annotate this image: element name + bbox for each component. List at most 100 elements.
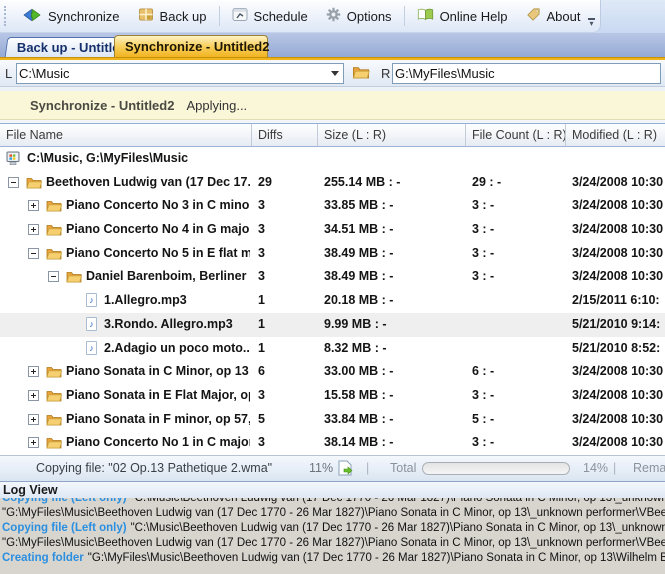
table-row[interactable]: ♪ 2.Adagio un poco moto.... 1 8.32 MB : … — [0, 337, 665, 361]
tag-icon — [526, 7, 541, 25]
copy-file-icon — [338, 460, 353, 479]
expand-toggle[interactable] — [28, 437, 39, 449]
row-diffs: 3 — [258, 387, 265, 402]
table-row[interactable]: Piano Concerto No 3 in C minor... 3 33.8… — [0, 194, 665, 218]
row-name: Piano Concerto No 1 in C major... — [66, 435, 250, 450]
root-row[interactable]: C:\Music, G:\MyFiles\Music — [0, 147, 665, 171]
expand-toggle[interactable] — [28, 389, 39, 401]
right-path-input[interactable] — [395, 65, 657, 82]
row-diffs: 1 — [258, 293, 265, 308]
gear-icon — [326, 7, 341, 25]
log-view-title: Log View — [3, 483, 58, 497]
about-label: About — [546, 8, 581, 24]
options-label: Options — [346, 8, 392, 24]
folder-icon — [46, 436, 63, 449]
total-progress-bar — [422, 462, 570, 475]
table-row[interactable]: Piano Concerto No 1 in C major... 3 38.1… — [0, 431, 665, 455]
log-path: "G:\MyFiles\Music\Beethoven Ludwig van (… — [2, 507, 665, 519]
job-status-bar: Synchronize - Untitled2 Applying... — [0, 91, 665, 120]
tab-backup-untitled[interactable]: Back up - Untitled — [4, 37, 127, 57]
row-name: Piano Concerto No 3 in C minor... — [66, 198, 250, 213]
log-action: Copying file (Left only) — [2, 522, 127, 534]
row-size: 34.51 MB : - — [324, 222, 394, 237]
backup-icon — [138, 8, 154, 24]
log-line: "G:\MyFiles\Music\Beethoven Ludwig van (… — [0, 536, 665, 551]
toolbar: Synchronize Back up Schedule Options Onl… — [0, 0, 665, 33]
options-button[interactable]: Options — [317, 3, 401, 29]
row-count: 3 : - — [472, 222, 495, 237]
row-diffs: 3 — [258, 198, 265, 213]
table-row[interactable]: Piano Concerto No 5 in E flat m... 3 38.… — [0, 242, 665, 266]
log-view-header[interactable]: Log View — [0, 481, 665, 498]
schedule-button[interactable]: Schedule — [223, 3, 317, 29]
folder-icon — [46, 223, 63, 236]
about-button[interactable]: About — [517, 3, 590, 29]
row-diffs: 1 — [258, 316, 265, 331]
combo-dropdown-arrow-icon[interactable] — [327, 64, 343, 83]
row-size: 9.99 MB : - — [324, 316, 387, 331]
right-path-label: R — [381, 66, 391, 81]
collapse-toggle[interactable] — [28, 247, 39, 259]
table-header: File Name Diffs Size (L : R) File Count … — [0, 123, 665, 147]
row-name: Beethoven Ludwig van (17 Dec 17... — [46, 174, 250, 189]
toolbar-overflow-chevron-icon[interactable]: ▾ — [586, 16, 597, 29]
log-view-panel[interactable]: Copying file (Left only) "C:\Music\Beetho… — [0, 498, 665, 574]
table-row[interactable]: Piano Sonata in E Flat Major, op... 3 15… — [0, 384, 665, 408]
column-header-diffs[interactable]: Diffs — [252, 124, 318, 146]
row-modified: 3/24/2008 10:30 — [572, 269, 664, 284]
row-count: 29 : - — [472, 174, 502, 189]
row-count: 5 : - — [472, 411, 495, 426]
column-header-file-count[interactable]: File Count (L : R) — [466, 124, 566, 146]
backup-button[interactable]: Back up — [129, 3, 216, 29]
row-size: 38.49 MB : - — [324, 269, 394, 284]
column-header-size[interactable]: Size (L : R) — [318, 124, 466, 146]
expand-toggle[interactable] — [28, 366, 39, 378]
row-size: 20.18 MB : - — [324, 293, 394, 308]
folder-icon — [46, 365, 63, 378]
synchronize-label: Synchronize — [48, 8, 120, 24]
left-path-label: L — [5, 66, 13, 81]
expand-toggle[interactable] — [28, 224, 39, 236]
row-size: 38.14 MB : - — [324, 435, 394, 450]
online-help-button[interactable]: Online Help — [408, 3, 517, 29]
table-row[interactable]: Daniel Barenboim, Berliner ... 3 38.49 M… — [0, 265, 665, 289]
row-name: Piano Concerto No 5 in E flat m... — [66, 245, 250, 260]
row-name: Piano Concerto No 4 in G major... — [66, 222, 250, 237]
tab-synchronize-untitled2[interactable]: Synchronize - Untitled2 — [114, 35, 269, 57]
row-diffs: 29 — [258, 174, 272, 189]
row-count: 3 : - — [472, 198, 495, 213]
expand-toggle[interactable] — [28, 200, 39, 212]
column-header-file-name[interactable]: File Name — [0, 124, 252, 146]
browse-folder-button[interactable] — [352, 65, 372, 81]
row-size: 33.00 MB : - — [324, 364, 394, 379]
collapse-toggle[interactable] — [48, 271, 59, 283]
toolbar-grip[interactable] — [4, 6, 8, 26]
file-percent: 11% — [309, 461, 334, 475]
table-row[interactable]: Beethoven Ludwig van (17 Dec 17... 29 25… — [0, 171, 665, 195]
table-row[interactable]: ♪ 1.Allegro.mp3 1 20.18 MB : - 2/15/2011… — [0, 289, 665, 313]
row-size: 255.14 MB : - — [324, 174, 401, 189]
row-modified: 3/24/2008 10:30 — [572, 222, 664, 237]
row-modified: 3/24/2008 10:30 — [572, 198, 664, 213]
table-row[interactable]: Piano Sonata in C Minor, op 13 6 33.00 M… — [0, 360, 665, 384]
tab-backup-label: Back up - Untitled — [16, 40, 128, 55]
synchronize-button[interactable]: Synchronize — [13, 3, 129, 29]
toolbar-panel: Synchronize Back up Schedule Options Onl… — [0, 0, 601, 33]
row-count: 3 : - — [472, 245, 495, 260]
table-row[interactable]: Piano Concerto No 4 in G major... 3 34.5… — [0, 218, 665, 242]
expand-toggle[interactable] — [28, 413, 39, 425]
log-line: Copying file (Left only) "C:\Music\Beetho… — [0, 521, 665, 536]
row-size: 8.32 MB : - — [324, 340, 387, 355]
right-path-field[interactable] — [392, 63, 661, 84]
left-path-combobox[interactable] — [16, 63, 344, 84]
copying-file-label: Copying file: "02 Op.13 Pathetique 2.wma… — [36, 461, 273, 475]
collapse-toggle[interactable] — [8, 176, 19, 188]
table-row-highlighted[interactable]: ♪ 3.Rondo. Allegro.mp3 1 9.99 MB : - 5/2… — [0, 312, 665, 337]
folder-icon — [66, 270, 83, 283]
synchronize-icon — [22, 8, 42, 25]
toolbar-separator — [218, 6, 220, 26]
column-header-modified[interactable]: Modified (L : R) — [566, 124, 665, 146]
toolbar-separator — [403, 6, 405, 26]
left-path-input[interactable] — [19, 65, 323, 82]
table-row[interactable]: Piano Sonata in F minor, op 57, ... 5 33… — [0, 408, 665, 432]
